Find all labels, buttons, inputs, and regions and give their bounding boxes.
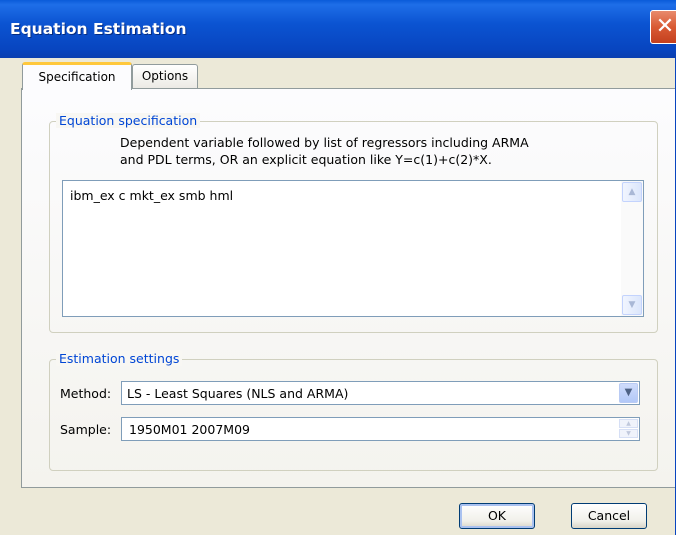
estimation-settings-group: Estimation settings xyxy=(49,351,658,471)
equation-description-line2: and PDL terms, OR an explicit equation l… xyxy=(120,152,492,167)
equation-specification-legend: Equation specification xyxy=(56,113,201,128)
spin-up-icon[interactable]: ▲ xyxy=(619,419,638,428)
tab-specification[interactable]: Specification xyxy=(22,62,132,90)
equation-input-text: ibm_ex c mkt_ex smb hml xyxy=(70,188,234,203)
equation-description-line1: Dependent variable followed by list of r… xyxy=(120,135,529,150)
estimation-settings-legend: Estimation settings xyxy=(56,351,183,366)
close-icon: ✕ xyxy=(655,14,675,39)
scroll-up-icon[interactable]: ▲ xyxy=(622,182,642,202)
sample-spinner[interactable]: ▲ ▼ xyxy=(619,419,638,439)
ok-button[interactable]: OK xyxy=(459,503,535,529)
method-select-value: LS - Least Squares (NLS and ARMA) xyxy=(127,386,349,401)
specification-panel: Equation specification Dependent variabl… xyxy=(21,88,676,488)
equation-input[interactable]: ibm_ex c mkt_ex smb hml ▲ ▼ xyxy=(62,180,644,317)
scroll-down-icon[interactable]: ▼ xyxy=(622,295,642,315)
spin-down-icon[interactable]: ▼ xyxy=(619,429,638,438)
cancel-button[interactable]: Cancel xyxy=(571,503,647,529)
method-label: Method: xyxy=(60,386,112,401)
sample-label: Sample: xyxy=(60,422,112,437)
sample-input-text: 1950M01 2007M09 xyxy=(129,422,250,437)
title-bar: Equation Estimation ✕ xyxy=(0,0,676,58)
equation-description: Dependent variable followed by list of r… xyxy=(120,134,640,168)
tab-options[interactable]: Options xyxy=(132,64,198,88)
tab-options-label: Options xyxy=(141,69,189,83)
tab-specification-label: Specification xyxy=(38,70,116,84)
sample-input[interactable]: 1950M01 2007M09 ▲ ▼ xyxy=(121,417,640,441)
chevron-down-icon[interactable]: ▼ xyxy=(619,383,638,403)
method-select[interactable]: LS - Least Squares (NLS and ARMA) ▼ xyxy=(121,381,640,405)
close-button[interactable]: ✕ xyxy=(650,10,676,44)
equation-scrollbar[interactable]: ▲ ▼ xyxy=(621,181,643,316)
window-title: Equation Estimation xyxy=(10,20,187,38)
